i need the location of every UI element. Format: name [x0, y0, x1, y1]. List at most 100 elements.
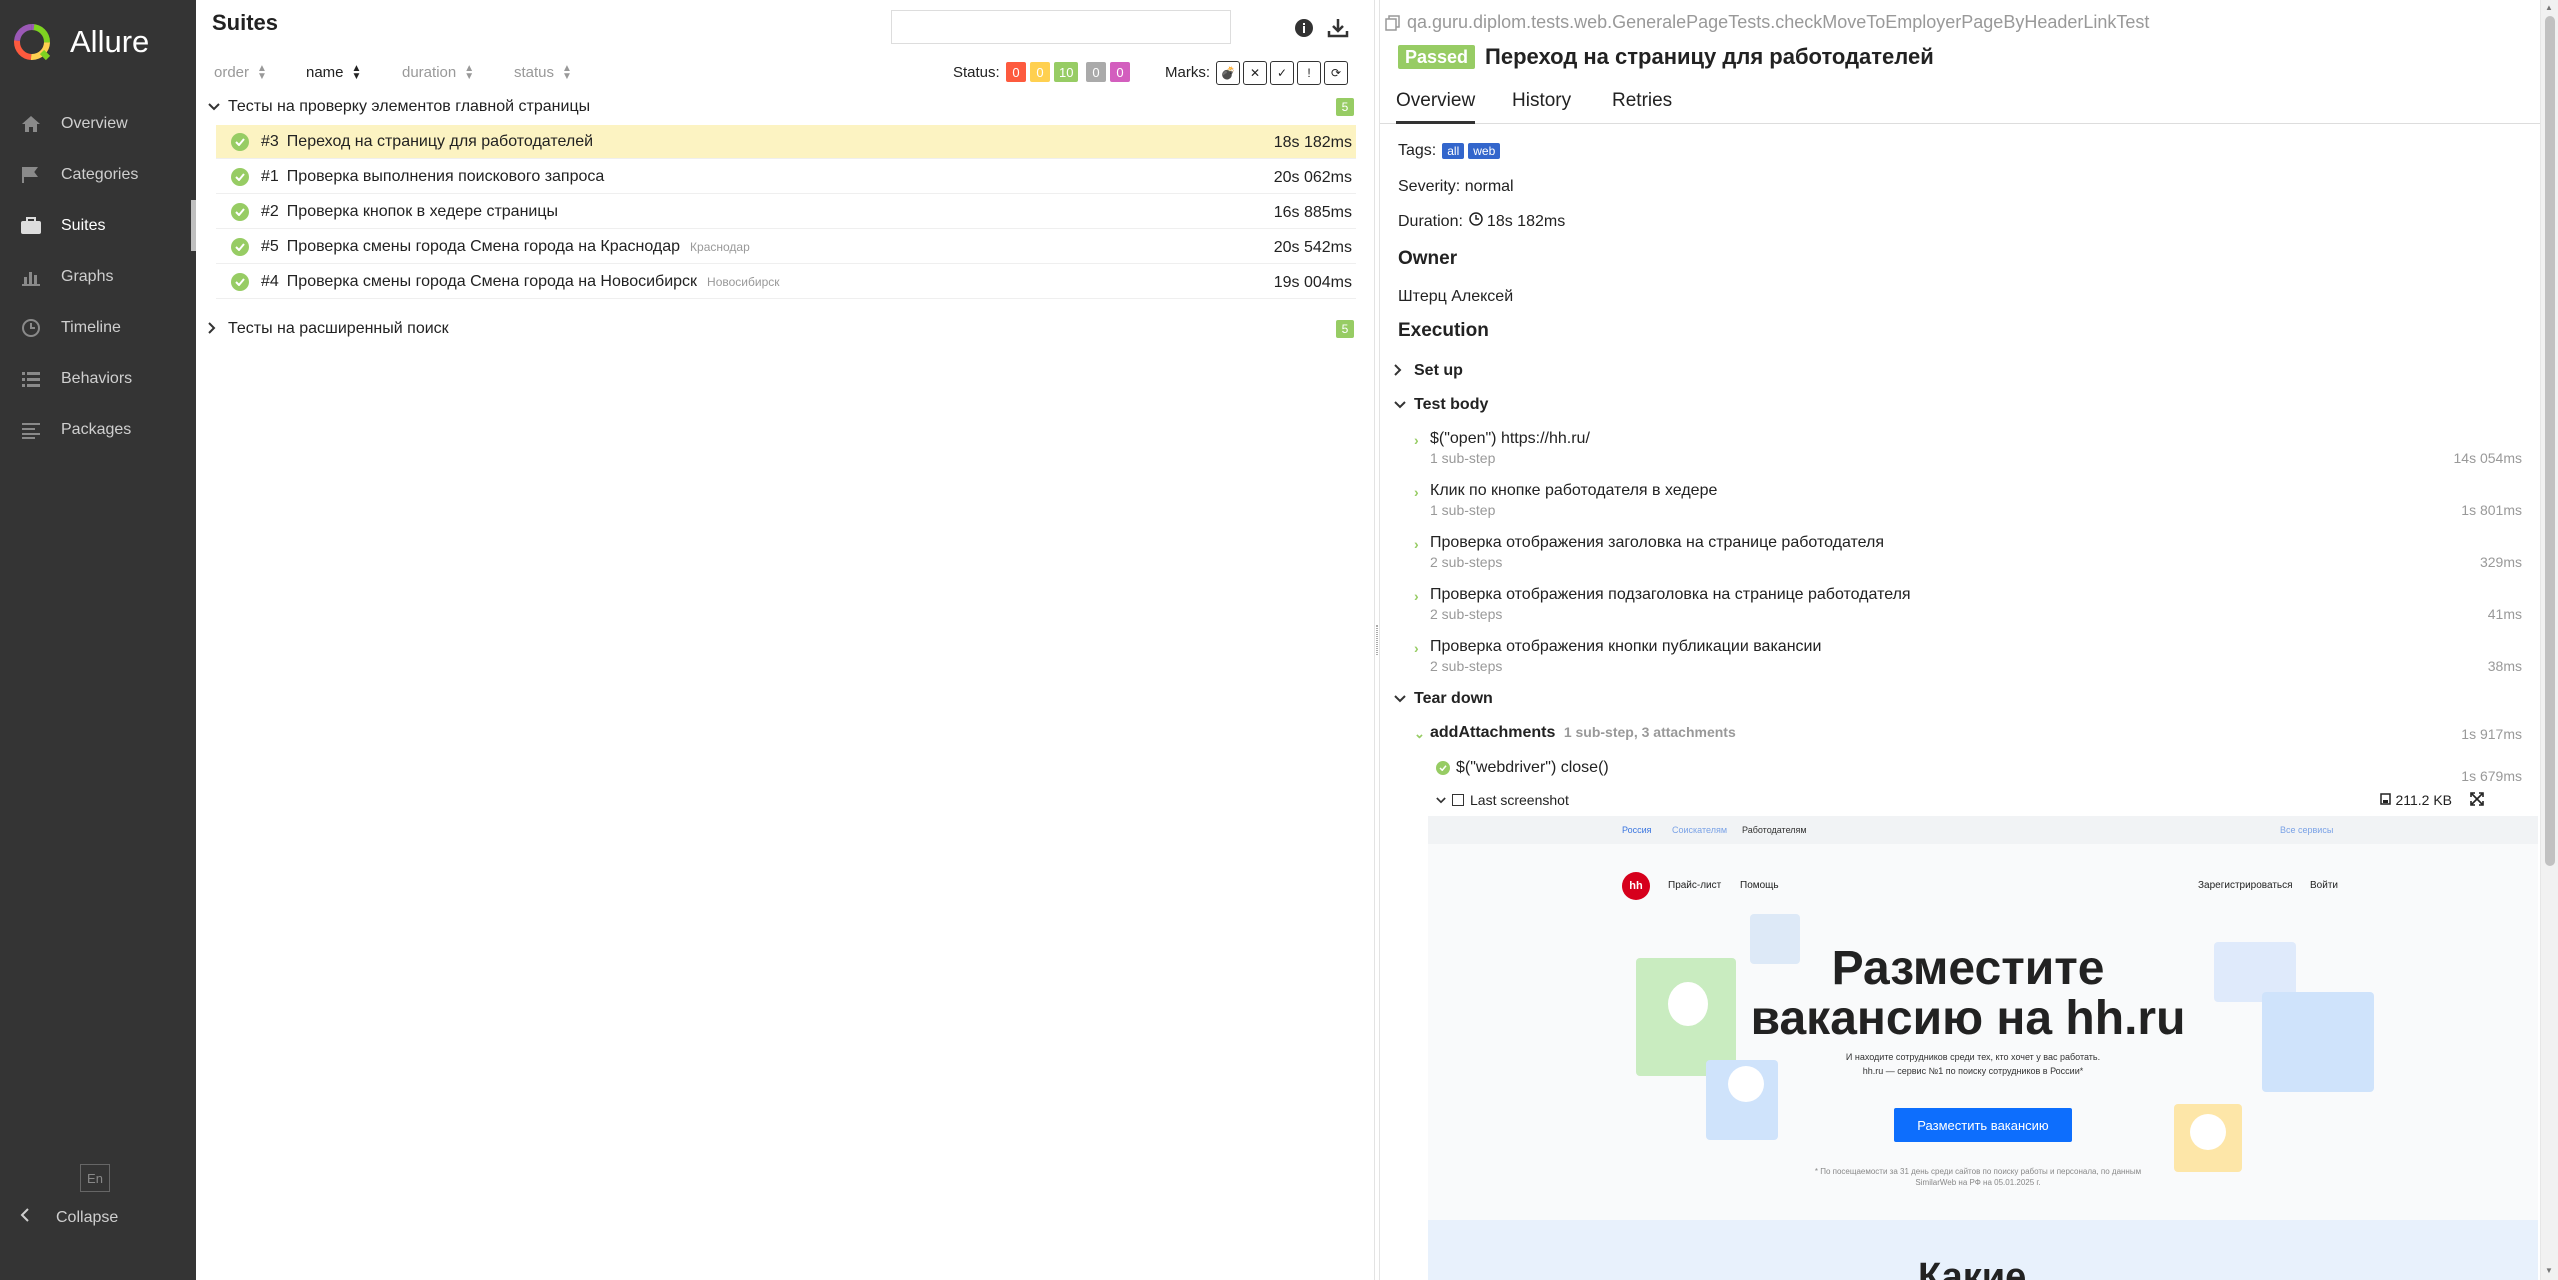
status-failed-count[interactable]: 0	[1006, 62, 1026, 82]
teardown-section[interactable]: Tear down	[1394, 690, 1493, 708]
sort-arrows-icon: ▲ ▼	[257, 62, 267, 82]
chevron-right-icon: ›	[1414, 640, 1419, 656]
step-substeps: 2 sub-steps	[1430, 658, 1503, 674]
owner-heading: Owner	[1398, 248, 1458, 269]
mark-new-failed-icon[interactable]: ✕	[1243, 61, 1267, 85]
step-row[interactable]: › Клик по кнопке работодателя в хедере 1…	[1414, 482, 2522, 530]
title-row: Passed Переход на страницу для работодат…	[1398, 44, 1934, 70]
status-unknown-count[interactable]: 0	[1110, 62, 1130, 82]
preview-topbar-link: Россия	[1622, 825, 1652, 835]
suite-group[interactable]: Тесты на расширенный поиск 5	[196, 314, 1374, 344]
mark-new-broken-icon[interactable]: !	[1297, 61, 1321, 85]
sidebar: Allure Overview Categories Suites Graphs	[0, 0, 196, 1280]
mark-flaky-icon[interactable]: 💣	[1216, 61, 1240, 85]
setup-label: Set up	[1414, 362, 1463, 379]
test-body-section[interactable]: Test body	[1394, 396, 1488, 414]
chevron-right-icon	[208, 321, 222, 337]
sort-arrows-icon: ▲ ▼	[562, 62, 572, 82]
marks-filter-label: Marks:	[1165, 64, 1210, 81]
chevron-left-icon	[20, 1208, 36, 1227]
tab-overview[interactable]: Overview	[1396, 90, 1476, 124]
test-number: #3	[261, 132, 279, 150]
step-duration: 38ms	[2487, 658, 2522, 674]
substep-row[interactable]: $("webdriver") close() 1s 679ms	[1436, 756, 2522, 784]
test-name: Проверка кнопок в хедере страницы	[286, 202, 558, 220]
step-row[interactable]: › Проверка отображения заголовка на стра…	[1414, 534, 2522, 582]
sort-order[interactable]: order ▲ ▼	[214, 62, 267, 82]
test-name: Проверка смены города Смена города на Но…	[286, 272, 698, 290]
preview-illustration-card	[2262, 992, 2374, 1092]
substep-name: $("webdriver") close()	[1456, 759, 1609, 776]
test-row[interactable]: #4 Проверка смены города Смена города на…	[216, 265, 1356, 299]
tab-retries[interactable]: Retries	[1612, 90, 1672, 124]
status-passed-count[interactable]: 10	[1054, 62, 1079, 82]
status-broken-count[interactable]: 0	[1030, 62, 1050, 82]
execution-heading: Execution	[1398, 320, 1489, 341]
test-title: Переход на страницу для работодателей	[1485, 44, 1934, 69]
preview-avatar	[2190, 1114, 2226, 1150]
test-row[interactable]: #1 Проверка выполнения поискового запрос…	[216, 160, 1356, 194]
chevron-down-icon	[208, 100, 222, 114]
brand[interactable]: Allure	[12, 22, 149, 62]
passed-check-icon	[231, 237, 249, 256]
setup-section[interactable]: Set up	[1394, 362, 1463, 380]
expand-icon[interactable]	[2470, 792, 2484, 809]
test-number: #2	[261, 202, 279, 220]
sidebar-item-categories[interactable]: Categories	[0, 149, 196, 200]
collapse-button[interactable]: Collapse	[20, 1208, 118, 1227]
teardown-step-name: addAttachments 1 sub-step, 3 attachments	[1430, 724, 1736, 742]
test-row[interactable]: #3 Переход на страницу для работодателей…	[216, 125, 1356, 159]
sort-bar: order ▲ ▼ name ▲ ▼ duration ▲ ▼ status ▲ ▼ S…	[196, 60, 1374, 86]
step-row[interactable]: › $("open") https://hh.ru/ 1 sub-step 14…	[1414, 430, 2522, 478]
step-row[interactable]: › Проверка отображения подзаголовка на с…	[1414, 586, 2522, 634]
tab-history[interactable]: History	[1512, 90, 1571, 124]
test-name: Проверка смены города Смена города на Кр…	[286, 237, 681, 255]
test-duration: 18s 182ms	[1273, 134, 1352, 151]
chevron-down-icon	[1394, 398, 1406, 412]
sort-label: status	[514, 64, 555, 81]
sidebar-item-label: Timeline	[61, 318, 121, 336]
search-input[interactable]	[891, 10, 1231, 44]
teardown-step-row[interactable]: ⌄ addAttachments 1 sub-step, 3 attachmen…	[1414, 724, 2522, 748]
attachment-row[interactable]: Last screenshot 211.2 KB	[1436, 789, 2522, 811]
step-duration: 14s 054ms	[2453, 450, 2522, 466]
info-icon[interactable]	[1292, 16, 1316, 40]
sidebar-item-timeline[interactable]: Timeline	[0, 302, 196, 353]
test-parameter: Новосибирск	[707, 274, 780, 289]
sidebar-item-behaviors[interactable]: Behaviors	[0, 353, 196, 404]
status-badge: Passed	[1398, 45, 1476, 69]
step-name: Проверка отображения подзаголовка на стр…	[1430, 586, 1911, 603]
passed-check-icon	[231, 272, 249, 291]
sort-status[interactable]: status ▲ ▼	[514, 62, 572, 82]
test-row[interactable]: #5 Проверка смены города Смена города на…	[216, 230, 1356, 264]
sort-duration[interactable]: duration ▲ ▼	[402, 62, 475, 82]
scroll-down-icon[interactable]: ▼	[2545, 1266, 2553, 1275]
copy-icon[interactable]	[1385, 14, 1401, 31]
preview-bottom-heading: Какие	[1918, 1256, 2027, 1280]
sidebar-item-graphs[interactable]: Graphs	[0, 251, 196, 302]
sidebar-item-packages[interactable]: Packages	[0, 404, 196, 455]
attachment-screenshot-preview[interactable]: Россия Соискателям Работодателям Все сер…	[1428, 816, 2538, 1280]
test-duration: 16s 885ms	[1273, 204, 1352, 221]
chevron-down-icon: ⌄	[1414, 726, 1425, 741]
step-row[interactable]: › Проверка отображения кнопки публикации…	[1414, 638, 2522, 686]
suite-group-count: 5	[1336, 98, 1354, 116]
severity: Severity: normal	[1398, 178, 1514, 195]
test-row[interactable]: #2 Проверка кнопок в хедере страницы 16s…	[216, 195, 1356, 229]
scrollbar[interactable]: ▲ ▼	[2540, 0, 2558, 1280]
sort-name[interactable]: name ▲ ▼	[306, 63, 361, 81]
sidebar-item-suites[interactable]: Suites	[0, 200, 196, 251]
preview-avatar	[1728, 1066, 1764, 1102]
suite-group[interactable]: Тесты на проверку элементов главной стра…	[196, 92, 1374, 122]
sidebar-item-overview[interactable]: Overview	[0, 98, 196, 149]
sort-arrows-icon: ▲ ▼	[464, 62, 475, 82]
mark-new-passed-icon[interactable]: ✓	[1270, 61, 1294, 85]
teardown-label: Tear down	[1414, 690, 1493, 707]
language-switch[interactable]: En	[80, 1164, 110, 1192]
status-skipped-count[interactable]: 0	[1086, 62, 1106, 82]
scroll-up-icon[interactable]: ▲	[2545, 3, 2553, 12]
scrollbar-thumb[interactable]	[2545, 16, 2555, 866]
mark-retries-icon[interactable]: ⟳	[1324, 61, 1348, 85]
image-file-icon	[1452, 794, 1464, 806]
download-icon[interactable]	[1326, 16, 1350, 40]
